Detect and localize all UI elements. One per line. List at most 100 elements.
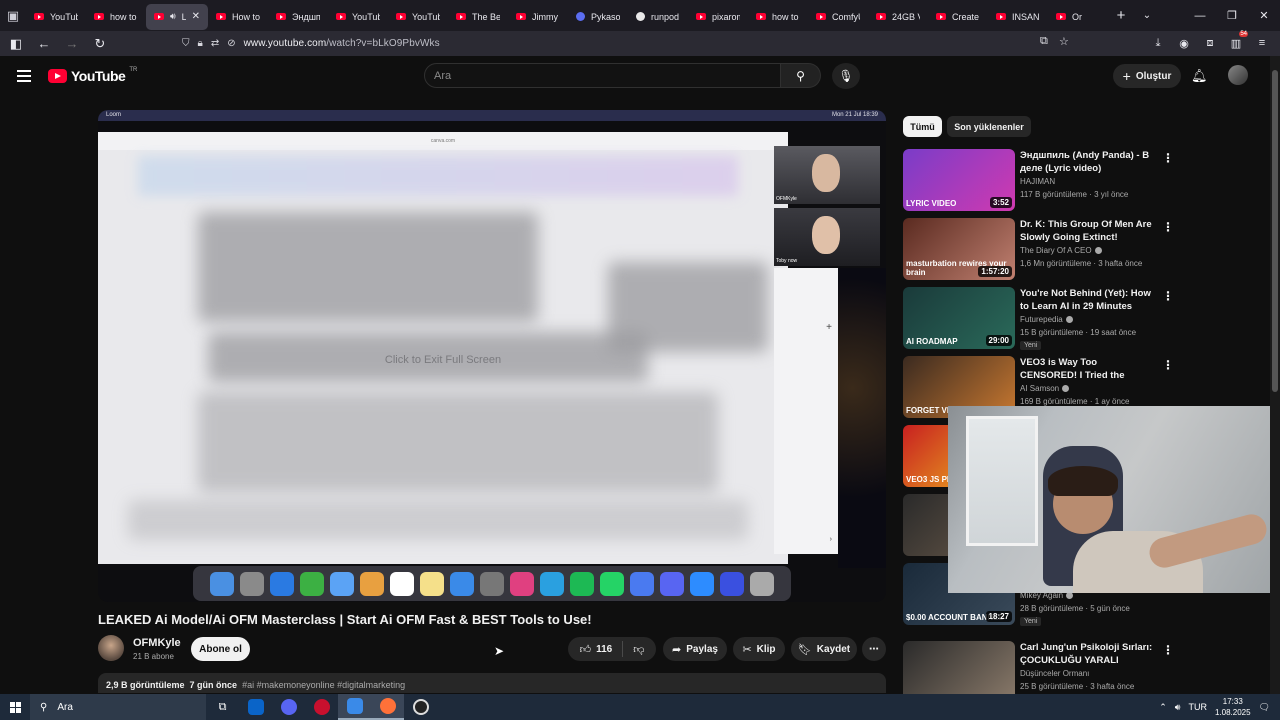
list-all-tabs-icon[interactable]: ⌄ [1134,10,1160,21]
search-button[interactable]: ⚲ [781,63,821,88]
recommendation-title[interactable]: Carl Jung'un Psikoloji Sırları: ÇOCUKLUĞ… [1020,641,1155,668]
recommendation-channel[interactable]: AI Samson [1020,384,1070,393]
browser-tab[interactable]: How to [208,4,268,30]
input-language[interactable]: TUR [1188,702,1207,712]
browser-tab[interactable]: Эндшпи [268,4,328,30]
share-button[interactable]: ➦ Paylaş [663,637,727,661]
browser-tab[interactable]: Create A [928,4,988,30]
downloads-icon[interactable]: ⤓ [1148,33,1168,53]
more-options-icon[interactable]: ⋮ [1162,220,1174,234]
browser-tab[interactable]: 24GB VR [868,4,928,30]
taskbar-search[interactable]: ⚲ Ara [30,694,206,720]
recommendation-channel[interactable]: Düşünceler Ormanı [1020,669,1089,678]
menu-icon[interactable]: ≡ [1252,33,1272,53]
channel-name[interactable]: OFMKyle [133,637,181,649]
chip-all[interactable]: Tümü [903,116,942,137]
minimize-button[interactable]: — [1184,0,1216,31]
discord-icon[interactable] [272,694,305,720]
reload-button[interactable]: ↻ [88,33,112,55]
scrollbar-thumb[interactable] [1272,70,1278,392]
browser-tab[interactable]: 🔊︎ LEA ✕ [146,3,208,30]
video-player[interactable]: Loom Mon 21 Jul 18:39 canva.com Click to… [98,110,886,602]
opera-icon[interactable] [305,694,338,720]
browser-tab[interactable]: Pykaso A [568,4,628,30]
guide-menu-icon[interactable] [17,70,31,85]
recommendation-title[interactable]: VEO3 is Way Too CENSORED! I Tried the BE… [1020,356,1155,383]
chip-recent-uploads[interactable]: Son yüklenenler [947,116,1031,137]
voice-search-button[interactable]: 🎙︎ [832,63,860,89]
lock-icon[interactable]: 🔒︎ [198,38,203,49]
video-thumbnail[interactable]: LYRIC VIDEO 3:52 [903,149,1015,211]
recommendation-item[interactable]: masturbation rewires your brain 1:57:20 Dr… [903,218,1174,280]
obs-icon[interactable] [404,694,437,720]
recommendation-title[interactable]: Эндшпиль (Andy Panda) - В деле (Lyric vi… [1020,149,1155,175]
volume-icon[interactable]: 🔊︎ [1175,702,1181,713]
browser-tab[interactable]: The Best [448,4,508,30]
video-thumbnail[interactable]: masturbation rewires your brain 1:57:20 [903,218,1015,280]
close-window-button[interactable]: ✕ [1248,0,1280,31]
screenshot-icon[interactable]: ⧉ [1040,35,1048,48]
clock[interactable]: 17:33 1.08.2025 [1215,696,1251,718]
back-button[interactable]: ← [32,33,56,55]
browser-tab[interactable]: ComfyU [808,4,868,30]
more-options-icon[interactable]: ⋮ [1162,643,1174,657]
recommendation-item[interactable]: LYRIC VIDEO 3:52 Эндшпиль (Andy Panda) - В… [903,149,1174,211]
account-icon[interactable]: ◉ [1174,33,1194,53]
browser-tab[interactable]: YouTube [388,4,448,30]
recommendation-title[interactable]: Dr. K: This Group Of Men Are Slowly Goin… [1020,218,1155,244]
browser-tab[interactable]: INSANE [988,4,1048,30]
outlook-icon[interactable] [239,694,272,720]
recommendation-channel[interactable]: The Diary Of A CEO [1020,246,1102,255]
more-actions-button[interactable]: ⋯ [862,637,886,661]
url-text[interactable]: www.youtube.com/watch?v=bLkO9PbvWks [244,38,440,49]
shield-icon[interactable]: ⛉ [182,38,190,49]
recommendation-channel[interactable]: HAJIMAN [1020,177,1055,186]
notifications-bell-icon[interactable]: 🔔︎ [1191,68,1208,84]
more-options-icon[interactable]: ⋮ [1162,151,1174,165]
save-button[interactable]: 🔖︎ Kaydet [791,637,857,661]
browser-tab[interactable]: pixarom [688,4,748,30]
browser-tab[interactable]: YouTube [328,4,388,30]
restore-button[interactable]: ❐ [1216,0,1248,31]
url-bar[interactable]: ⛉ 🔒︎ ⇄ ⊘ www.youtube.com/watch?v=bLkO9Pb… [176,33,1076,54]
sidebar-toggle-icon[interactable]: ◧ [4,33,28,55]
like-count[interactable]: 116 [596,644,612,655]
browser-tab[interactable]: runpod [628,4,688,30]
description-box[interactable]: 2,9 B görüntüleme 7 gün önce #ai #makemo… [98,673,886,693]
tab-close-icon[interactable]: ✕ [192,11,200,22]
recommendation-item[interactable]: AI ROADMAP 29:00 You're Not Behind (Yet): … [903,287,1174,350]
recommendation-title[interactable]: You're Not Behind (Yet): How to Learn AI… [1020,287,1155,313]
browser-tab[interactable]: how to u [86,4,146,30]
clip-button[interactable]: ✂ Klip [733,637,785,661]
task-view-icon[interactable]: ⧉ [206,694,239,720]
recommendation-channel[interactable]: Futurepedia [1020,315,1073,324]
blocked-media-icon[interactable]: ⊘ [227,38,235,49]
forward-button[interactable]: → [60,33,84,55]
dislike-icon[interactable]: 👎︎ [633,643,644,656]
browser-tab[interactable]: Jimmy D [508,4,568,30]
browser-tab[interactable]: YouTube [26,4,86,30]
account-avatar[interactable] [1228,65,1248,85]
video-thumbnail[interactable]: AI ROADMAP 29:00 [903,287,1015,349]
search-input[interactable]: Ara [424,63,781,88]
permissions-icon[interactable]: ⇄ [211,38,219,49]
app-window-icon[interactable] [338,694,371,720]
bookmark-star-icon[interactable]: ☆ [1059,35,1069,48]
tray-chevron-icon[interactable]: ⌃ [1159,702,1167,713]
tab-audio-icon[interactable]: 🔊︎ [170,11,176,22]
like-icon[interactable]: 👍︎ [580,643,592,656]
firefox-icon[interactable] [371,694,404,720]
subscribe-button[interactable]: Abone ol [191,637,250,661]
browser-tab[interactable]: Or [1048,4,1108,30]
youtube-logo[interactable]: YouTube TR [48,67,137,84]
new-tab-button[interactable]: + [1108,7,1134,24]
tab-list-icon[interactable]: ▣ [0,0,26,31]
more-options-icon[interactable]: ⋮ [1162,289,1174,303]
more-options-icon[interactable]: ⋮ [1162,358,1174,372]
extensions-icon[interactable]: ⧈ [1200,33,1220,53]
extension-badge[interactable]: ▥ 54 [1226,31,1248,53]
create-button[interactable]: + Oluştur [1113,64,1181,88]
start-button[interactable] [0,694,30,720]
page-scrollbar[interactable] [1270,56,1280,694]
channel-avatar[interactable] [98,635,124,661]
